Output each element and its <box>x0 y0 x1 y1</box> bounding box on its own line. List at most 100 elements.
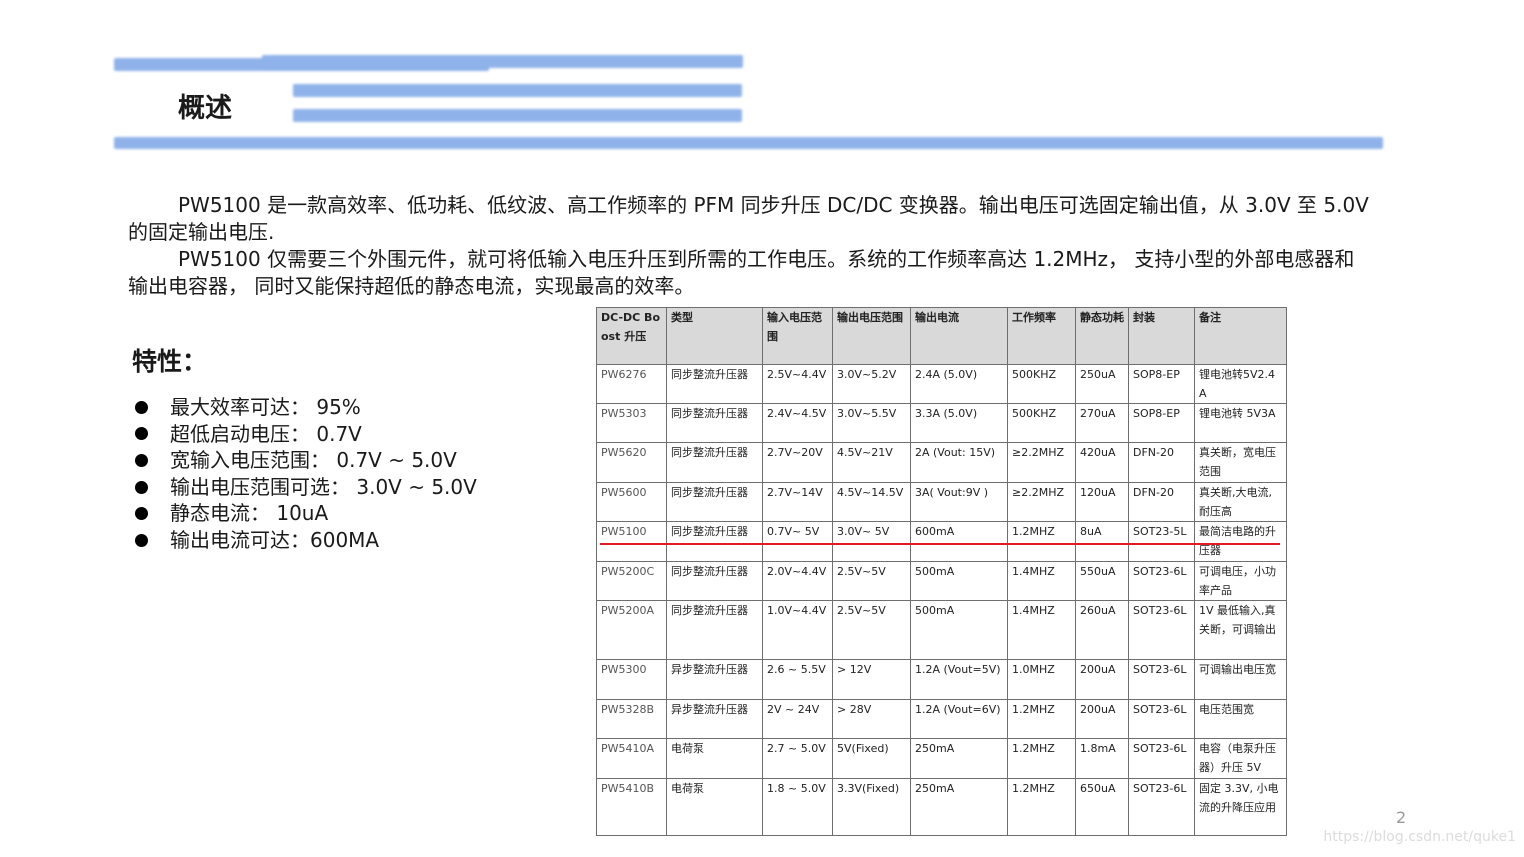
feature-text: 宽输入电压范围： 0.7V ~ 5.0V <box>170 448 457 473</box>
page-number: 2 <box>1396 808 1407 827</box>
table-cell: PW5303 <box>596 403 667 443</box>
table-cell: PW5620 <box>596 442 667 483</box>
table-cell: 8uA <box>1075 521 1129 562</box>
bullet-icon <box>135 480 148 494</box>
column-header: 输入电压范围 <box>762 307 833 365</box>
table-cell: PW6276 <box>596 364 667 404</box>
table-cell: 500mA <box>910 561 1008 601</box>
table-cell: 同步整流升压器 <box>666 403 763 443</box>
column-header: 备注 <box>1194 307 1287 365</box>
table-row: PW5328B 异步整流升压器 2V ~ 24V > 28V 1.2A (Vou… <box>596 699 1287 739</box>
table-cell: SOT23-6L <box>1128 738 1195 779</box>
table-cell: 1.4MHZ <box>1007 561 1076 601</box>
column-header: 静态功耗 <box>1075 307 1129 365</box>
feature-item: 输出电压范围可选： 3.0V ~ 5.0V <box>135 474 477 501</box>
table-cell: 200uA <box>1075 659 1129 700</box>
table-cell: 1.2A (Vout=6V) <box>910 699 1008 739</box>
table-cell: 4.5V~21V <box>832 442 911 483</box>
table-cell: 电荷泵 <box>666 778 763 836</box>
feature-text: 最大效率可达： 95% <box>170 395 361 419</box>
bullet-icon <box>135 427 148 441</box>
table-cell: SOP8-EP <box>1128 364 1195 404</box>
table-cell: 5V(Fixed) <box>832 738 911 779</box>
table-cell: SOT23-6L <box>1128 659 1195 700</box>
table-cell: SOT23-6L <box>1128 561 1195 601</box>
table-row: PW5620 同步整流升压器 2.7V~20V 4.5V~21V 2A (Vou… <box>596 442 1287 483</box>
table-cell: 2.4A (5.0V) <box>910 364 1008 404</box>
table-cell: 同步整流升压器 <box>666 364 763 404</box>
table-cell: 1.2MHZ <box>1007 521 1076 562</box>
table-cell: 600mA <box>910 521 1008 562</box>
table-cell: 2.5V~5V <box>832 600 911 660</box>
table-cell: 可调电压，小功率产品 <box>1194 561 1287 601</box>
table-cell: 500KHZ <box>1007 364 1076 404</box>
table-cell: 固定 3.3V, 小电流的升降压应用 <box>1194 778 1287 836</box>
table-cell: SOP8-EP <box>1128 403 1195 443</box>
table-cell: PW5200A <box>596 600 667 660</box>
feature-item: 输出电流可达：600MA <box>135 527 477 554</box>
table-cell: DFN-20 <box>1128 442 1195 483</box>
table-cell: 同步整流升压器 <box>666 600 763 660</box>
table-cell: PW5328B <box>596 699 667 739</box>
table-cell: 120uA <box>1075 482 1129 522</box>
table-cell: 2.5V~5V <box>832 561 911 601</box>
table-cell: 1.2A (Vout=5V) <box>910 659 1008 700</box>
table-cell: 4.5V~14.5V <box>832 482 911 522</box>
table-cell: 500KHZ <box>1007 403 1076 443</box>
table-row: PW5200A 同步整流升压器 1.0V~4.4V 2.5V~5V 500mA … <box>596 600 1287 660</box>
table-cell: 真关断，宽电压范围 <box>1194 442 1287 483</box>
table-cell: 真关断,大电流,耐压高 <box>1194 482 1287 522</box>
feature-item: 宽输入电压范围： 0.7V ~ 5.0V <box>135 447 477 474</box>
table-cell: DFN-20 <box>1128 482 1195 522</box>
table-cell: 250mA <box>910 738 1008 779</box>
table-cell: 1.8 ~ 5.0V <box>762 778 833 836</box>
table-cell: ≥2.2MHZ <box>1007 482 1076 522</box>
column-header: 工作频率 <box>1007 307 1076 365</box>
table-cell: 同步整流升压器 <box>666 442 763 483</box>
features-list: 最大效率可达： 95% 超低启动电压： 0.7V 宽输入电压范围： 0.7V ~… <box>135 394 477 554</box>
table-cell: SOT23-6L <box>1128 778 1195 836</box>
watermark: https://blog.csdn.net/quke1 <box>1323 829 1516 845</box>
table-cell: 3.0V~5.2V <box>832 364 911 404</box>
column-header: 输出电流 <box>910 307 1008 365</box>
intro-paragraph: PW5100 仅需要三个外围元件，就可将低输入电压升压到所需的工作电压。系统的工… <box>128 247 1355 298</box>
table-cell: 1.8mA <box>1075 738 1129 779</box>
table-cell: PW5300 <box>596 659 667 700</box>
table-cell: 2V ~ 24V <box>762 699 833 739</box>
table-cell: 电荷泵 <box>666 738 763 779</box>
table-row: PW6276 同步整流升压器 2.5V~4.4V 3.0V~5.2V 2.4A … <box>596 364 1287 404</box>
header-decor-bar <box>262 55 743 68</box>
bullet-icon <box>135 533 148 547</box>
table-cell: 最简洁电路的升压器 <box>1194 521 1287 562</box>
feature-text: 输出电压范围可选： 3.0V ~ 5.0V <box>170 474 477 499</box>
table-cell: 3.0V~ 5V <box>832 521 911 562</box>
table-cell: 3.3V(Fixed) <box>832 778 911 836</box>
table-row-highlighted: PW5100 同步整流升压器 0.7V~ 5V 3.0V~ 5V 600mA 1… <box>596 521 1287 562</box>
column-header: 类型 <box>666 307 763 365</box>
intro-text: PW5100 是一款高效率、低功耗、低纹波、高工作频率的 PFM 同步升压 DC… <box>128 192 1373 300</box>
feature-item: 超低启动电压： 0.7V <box>135 421 477 448</box>
table-cell: 260uA <box>1075 600 1129 660</box>
table-body: PW6276 同步整流升压器 2.5V~4.4V 3.0V~5.2V 2.4A … <box>596 364 1287 836</box>
feature-item: 静态电流： 10uA <box>135 500 477 527</box>
table-cell: 同步整流升压器 <box>666 561 763 601</box>
bullet-icon <box>135 507 148 521</box>
table-cell: 3.0V~5.5V <box>832 403 911 443</box>
bullet-icon <box>135 400 148 414</box>
table-cell: 2.5V~4.4V <box>762 364 833 404</box>
table-cell: 650uA <box>1075 778 1129 836</box>
table-cell: 550uA <box>1075 561 1129 601</box>
table-row: PW5410B 电荷泵 1.8 ~ 5.0V 3.3V(Fixed) 250mA… <box>596 778 1287 836</box>
feature-text: 输出电流可达：600MA <box>170 527 380 552</box>
table-cell: 0.7V~ 5V <box>762 521 833 562</box>
header-decor-bar <box>293 84 742 97</box>
table-cell: PW5410B <box>596 778 667 836</box>
table-cell: 2.7 ~ 5.0V <box>762 738 833 779</box>
table-cell: 电压范围宽 <box>1194 699 1287 739</box>
table-cell: PW5600 <box>596 482 667 522</box>
table-cell: 可调输出电压宽 <box>1194 659 1287 700</box>
table-row: PW5300 异步整流升压器 2.6 ~ 5.5V > 12V 1.2A (Vo… <box>596 659 1287 700</box>
table-cell: 同步整流升压器 <box>666 482 763 522</box>
table-cell: > 12V <box>832 659 911 700</box>
table-cell: SOT23-5L <box>1128 521 1195 562</box>
